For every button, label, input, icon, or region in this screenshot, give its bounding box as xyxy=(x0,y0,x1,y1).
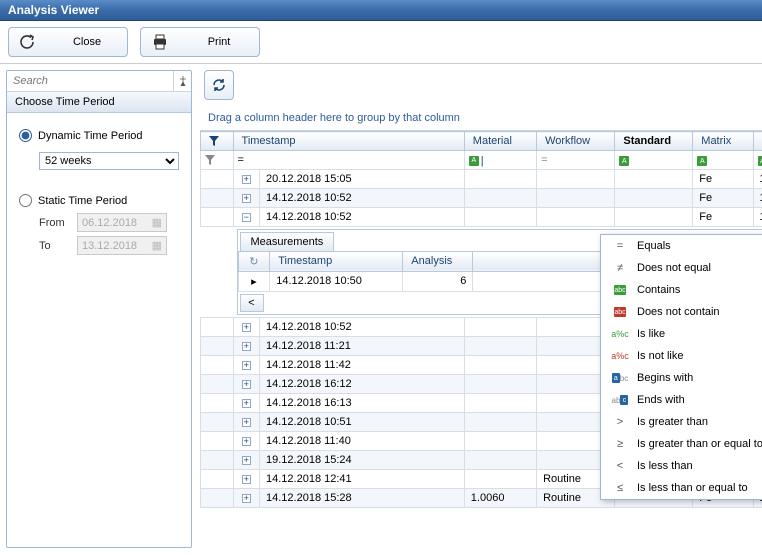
close-button-label: Close xyxy=(57,36,117,48)
filter-mds[interactable]: A xyxy=(753,151,762,170)
expand-row[interactable]: + xyxy=(233,317,260,336)
calendar-icon: ▦ xyxy=(152,216,162,229)
back-arrow-icon xyxy=(19,33,37,51)
from-label: From xyxy=(39,217,69,229)
print-button[interactable]: Print xyxy=(140,27,260,57)
column-matrix[interactable]: Matrix xyxy=(693,132,753,151)
menuitem-ends-with[interactable]: abcEnds with xyxy=(601,389,762,411)
close-button[interactable]: Close xyxy=(8,27,128,57)
column-timestamp[interactable]: Timestamp xyxy=(233,132,464,151)
detail-group-icon[interactable]: ↻ xyxy=(238,251,270,271)
menuitem-not-equal[interactable]: ≠Does not equal xyxy=(601,257,762,279)
menuitem-begins-with[interactable]: abcBegins with xyxy=(601,367,762,389)
menuitem-less-than[interactable]: <Is less than xyxy=(601,455,762,477)
from-date-input[interactable]: 06.12.2018 ▦ xyxy=(77,213,167,232)
expand-row[interactable]: + xyxy=(233,169,260,188)
sidebar: Choose Time Period Dynamic Time Period 5… xyxy=(6,70,192,548)
menuitem-lte[interactable]: ≤Is less than or equal to xyxy=(601,477,762,499)
menuitem-is-like[interactable]: a%cIs like xyxy=(601,323,762,345)
scroll-left-button[interactable]: < xyxy=(240,294,264,312)
column-workflow[interactable]: Workflow xyxy=(537,132,615,151)
search-input[interactable] xyxy=(7,71,173,91)
printer-icon xyxy=(151,33,169,51)
menuitem-greater-than[interactable]: >Is greater than xyxy=(601,411,762,433)
expand-row[interactable]: + xyxy=(233,412,260,431)
toolbar: Close Print xyxy=(0,21,762,64)
column-standard[interactable]: Standard xyxy=(615,132,693,151)
calendar-icon: ▦ xyxy=(152,239,162,252)
time-period-heading: Choose Time Period xyxy=(7,92,191,113)
menuitem-not-contain[interactable]: abcDoes not contain xyxy=(601,301,762,323)
static-period-radio[interactable]: Static Time Period xyxy=(19,194,179,207)
expand-row[interactable]: + xyxy=(233,393,260,412)
groupby-area[interactable]: Drag a column header here to group by th… xyxy=(200,106,762,131)
expand-row[interactable]: + xyxy=(233,431,260,450)
to-label: To xyxy=(39,240,69,252)
expand-row[interactable]: + xyxy=(233,469,260,488)
expand-row[interactable]: + xyxy=(233,188,260,207)
expand-row[interactable]: + xyxy=(233,488,260,507)
to-date-input[interactable]: 13.12.2018 ▦ xyxy=(77,236,167,255)
column-mds[interactable]: MDS Zeitstempel xyxy=(753,132,762,151)
grid-area: Drag a column header here to group by th… xyxy=(198,64,762,554)
column-material[interactable]: Material xyxy=(464,132,536,151)
dynamic-label: Dynamic Time Period xyxy=(38,130,143,142)
filter-matrix[interactable]: A xyxy=(693,151,753,170)
static-label: Static Time Period xyxy=(38,195,127,207)
filter-standard[interactable]: A xyxy=(615,151,693,170)
expand-row[interactable]: + xyxy=(233,374,260,393)
weeks-select[interactable]: 52 weeks xyxy=(39,152,179,170)
window-title: Analysis Viewer xyxy=(0,0,762,21)
filter-icon[interactable] xyxy=(201,151,234,170)
measurements-tab[interactable]: Measurements xyxy=(240,232,335,251)
collapse-row[interactable]: − xyxy=(233,207,260,226)
menuitem-contains[interactable]: abcContains xyxy=(601,279,762,301)
detail-col-timestamp[interactable]: Timestamp xyxy=(270,251,403,271)
refresh-button[interactable] xyxy=(204,70,234,100)
print-button-label: Print xyxy=(189,36,249,48)
menuitem-gte[interactable]: ≥Is greater than or equal to xyxy=(601,433,762,455)
filter-toggle[interactable] xyxy=(201,132,234,151)
expand-row[interactable]: + xyxy=(233,450,260,469)
filter-workflow[interactable]: = xyxy=(537,151,615,170)
expand-row[interactable]: + xyxy=(233,336,260,355)
filter-timestamp[interactable]: = xyxy=(233,151,464,170)
pin-icon[interactable] xyxy=(173,71,191,91)
cell-timestamp: 20.12.2018 15:05 xyxy=(260,169,465,188)
menuitem-is-not-like[interactable]: a%cIs not like xyxy=(601,345,762,367)
menuitem-equals[interactable]: =Equals xyxy=(601,235,762,257)
dynamic-period-radio[interactable]: Dynamic Time Period xyxy=(19,129,179,142)
detail-col-analysis[interactable]: Analysis xyxy=(403,251,473,271)
expand-row[interactable]: + xyxy=(233,355,260,374)
filter-condition-menu: =Equals ≠Does not equal abcContains abcD… xyxy=(600,234,762,500)
filter-material[interactable]: A| xyxy=(464,151,536,170)
detail-row-indicator: ▸ xyxy=(238,271,270,291)
